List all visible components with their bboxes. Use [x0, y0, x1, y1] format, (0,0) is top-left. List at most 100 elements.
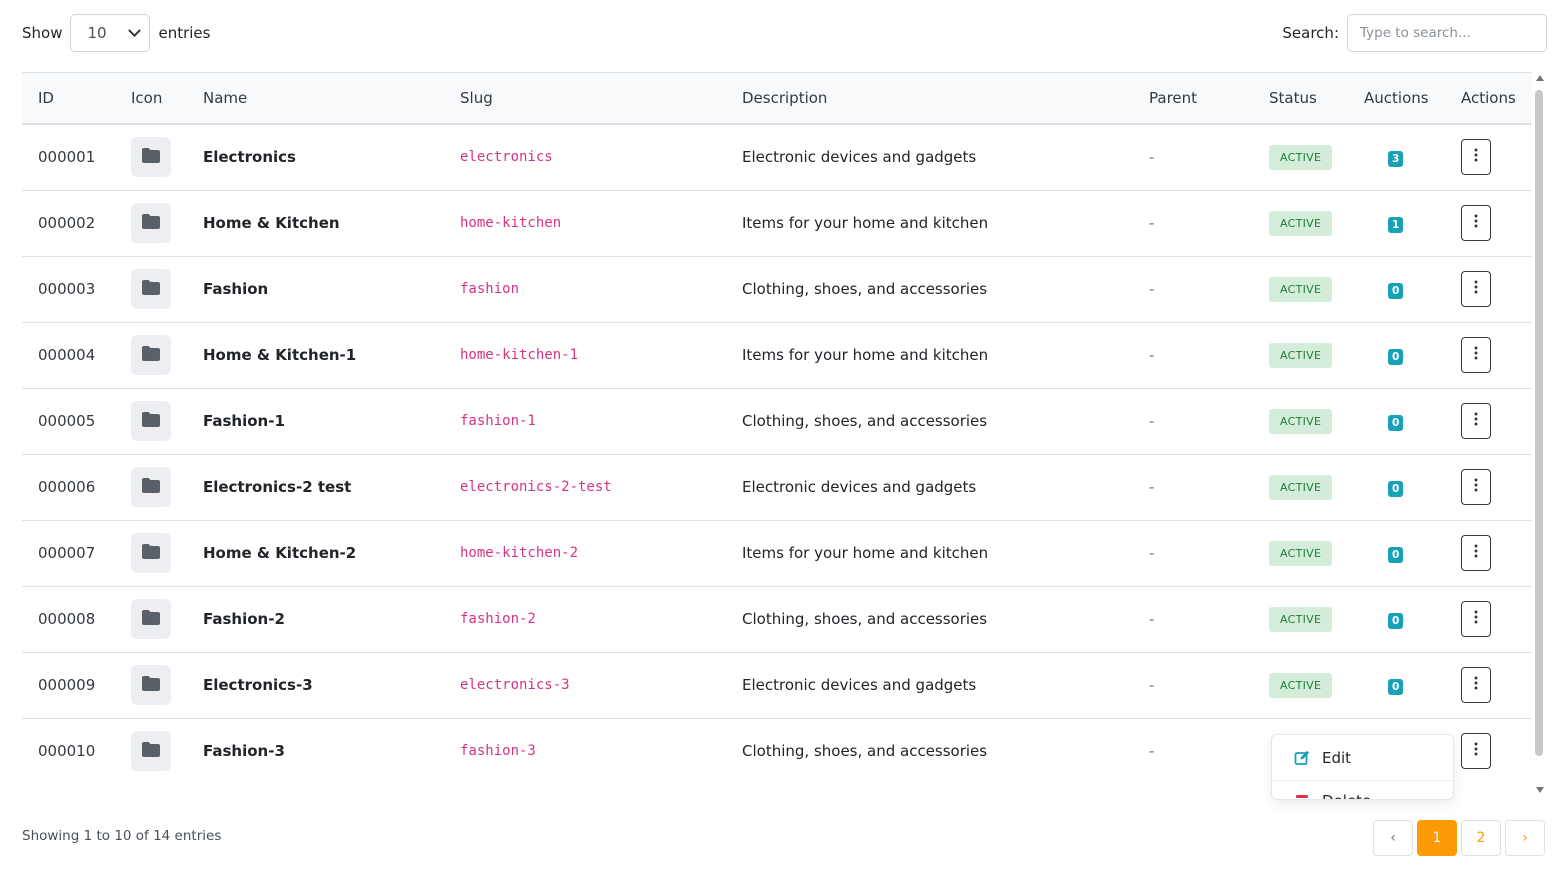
folder-icon [142, 477, 160, 497]
table-row: 000008 Fashion-2 fashion-2 Clothing, shoes,… [22, 586, 1532, 653]
auctions-count-badge: 3 [1388, 150, 1404, 167]
row-status-cell: ACTIVE [1253, 586, 1348, 653]
row-actions-cell [1445, 652, 1532, 719]
row-icon-cell [115, 190, 187, 257]
row-actions-button[interactable] [1461, 733, 1491, 769]
table-controls: Show 10 entries Search: [22, 14, 1547, 52]
row-auctions-cell: 0 [1348, 388, 1445, 455]
row-name: Electronics [187, 124, 444, 191]
pagination-page-2[interactable]: 2 [1461, 820, 1501, 856]
scrollbar-thumb[interactable] [1535, 90, 1543, 756]
column-header-name[interactable]: Name [187, 73, 444, 125]
status-badge: ACTIVE [1269, 672, 1333, 698]
table-row: 000004 Home & Kitchen-1 home-kitchen-1 Item… [22, 322, 1532, 389]
row-actions-button[interactable] [1461, 337, 1491, 373]
column-header-actions: Actions [1445, 73, 1532, 125]
scroll-up-arrow-icon[interactable] [1536, 75, 1544, 81]
entries-select[interactable]: 10 [70, 14, 151, 52]
row-id: 000001 [22, 124, 115, 191]
row-description: Electronic devices and gadgets [726, 652, 1133, 719]
row-status-cell: ACTIVE [1253, 256, 1348, 323]
row-icon-cell [115, 388, 187, 455]
row-slug: electronics-2-test [444, 454, 726, 521]
row-actions-button[interactable] [1461, 469, 1491, 505]
pagination-page-1[interactable]: 1 [1417, 820, 1457, 856]
status-badge: ACTIVE [1269, 210, 1333, 236]
column-header-slug[interactable]: Slug [444, 73, 726, 125]
status-badge: ACTIVE [1269, 540, 1333, 566]
row-actions-cell [1445, 256, 1532, 323]
row-icon-cell [115, 718, 187, 784]
table-header-row: ID Icon Name Slug Description Parent Sta… [22, 73, 1532, 125]
edit-icon [1294, 750, 1310, 765]
category-icon-box [131, 401, 171, 441]
more-vertical-icon [1474, 346, 1478, 364]
row-name: Fashion-3 [187, 718, 444, 784]
row-actions-button[interactable] [1461, 403, 1491, 439]
row-auctions-cell: 0 [1348, 256, 1445, 323]
table-row: 000006 Electronics-2 test electronics-2-te… [22, 454, 1532, 521]
status-badge: ACTIVE [1269, 144, 1333, 170]
row-parent: - [1133, 520, 1253, 587]
more-vertical-icon [1474, 742, 1478, 760]
folder-icon [142, 543, 160, 563]
row-actions-button[interactable] [1461, 667, 1491, 703]
row-auctions-cell: 0 [1348, 322, 1445, 389]
auctions-count-badge: 0 [1388, 612, 1404, 629]
more-vertical-icon [1474, 280, 1478, 298]
row-actions-cell [1445, 586, 1532, 653]
search-input[interactable] [1347, 14, 1547, 52]
row-actions-cell [1445, 520, 1532, 587]
column-header-description[interactable]: Description [726, 73, 1133, 125]
edit-menu-label: Edit [1322, 748, 1352, 767]
row-icon-cell [115, 124, 187, 191]
auctions-count-badge: 0 [1388, 546, 1404, 563]
row-icon-cell [115, 520, 187, 587]
row-name: Home & Kitchen-1 [187, 322, 444, 389]
row-description: Items for your home and kitchen [726, 190, 1133, 257]
row-status-cell: ACTIVE [1253, 520, 1348, 587]
row-actions-cell [1445, 718, 1532, 784]
auctions-count-badge: 0 [1388, 348, 1404, 365]
more-vertical-icon [1474, 478, 1478, 496]
row-parent: - [1133, 718, 1253, 784]
row-description: Clothing, shoes, and accessories [726, 388, 1133, 455]
folder-icon [142, 609, 160, 629]
pagination-next-button[interactable]: › [1505, 820, 1545, 856]
column-header-parent[interactable]: Parent [1133, 73, 1253, 125]
row-id: 000005 [22, 388, 115, 455]
table-row: 000009 Electronics-3 electronics-3 Electron… [22, 652, 1532, 719]
row-id: 000006 [22, 454, 115, 521]
status-badge: ACTIVE [1269, 342, 1333, 368]
row-description: Clothing, shoes, and accessories [726, 256, 1133, 323]
table-scrollbar[interactable] [1533, 72, 1547, 796]
folder-icon [142, 675, 160, 695]
column-header-auctions[interactable]: Auctions [1348, 73, 1445, 125]
folder-icon [142, 213, 160, 233]
row-slug: fashion [444, 256, 726, 323]
row-actions-button[interactable] [1461, 535, 1491, 571]
row-name: Home & Kitchen [187, 190, 444, 257]
row-parent: - [1133, 586, 1253, 653]
category-icon-box [131, 599, 171, 639]
row-actions-button[interactable] [1461, 139, 1491, 176]
table-row: 000002 Home & Kitchen home-kitchen Items fo… [22, 190, 1532, 257]
pagination-previous-button[interactable]: ‹ [1373, 820, 1413, 856]
row-actions-button[interactable] [1461, 601, 1491, 637]
row-status-cell: ACTIVE [1253, 124, 1348, 191]
category-icon-box [131, 335, 171, 375]
column-header-id[interactable]: ID [22, 73, 115, 125]
edit-menu-item[interactable]: Edit [1272, 735, 1453, 781]
row-actions-button[interactable] [1461, 205, 1491, 241]
status-badge: ACTIVE [1269, 474, 1333, 500]
delete-menu-item[interactable]: Delete [1272, 781, 1453, 799]
row-id: 000009 [22, 652, 115, 719]
row-icon-cell [115, 322, 187, 389]
row-id: 000003 [22, 256, 115, 323]
column-header-status[interactable]: Status [1253, 73, 1348, 125]
scroll-down-arrow-icon[interactable] [1536, 787, 1544, 793]
column-header-icon[interactable]: Icon [115, 73, 187, 125]
row-id: 000004 [22, 322, 115, 389]
row-id: 000008 [22, 586, 115, 653]
row-actions-button[interactable] [1461, 271, 1491, 307]
